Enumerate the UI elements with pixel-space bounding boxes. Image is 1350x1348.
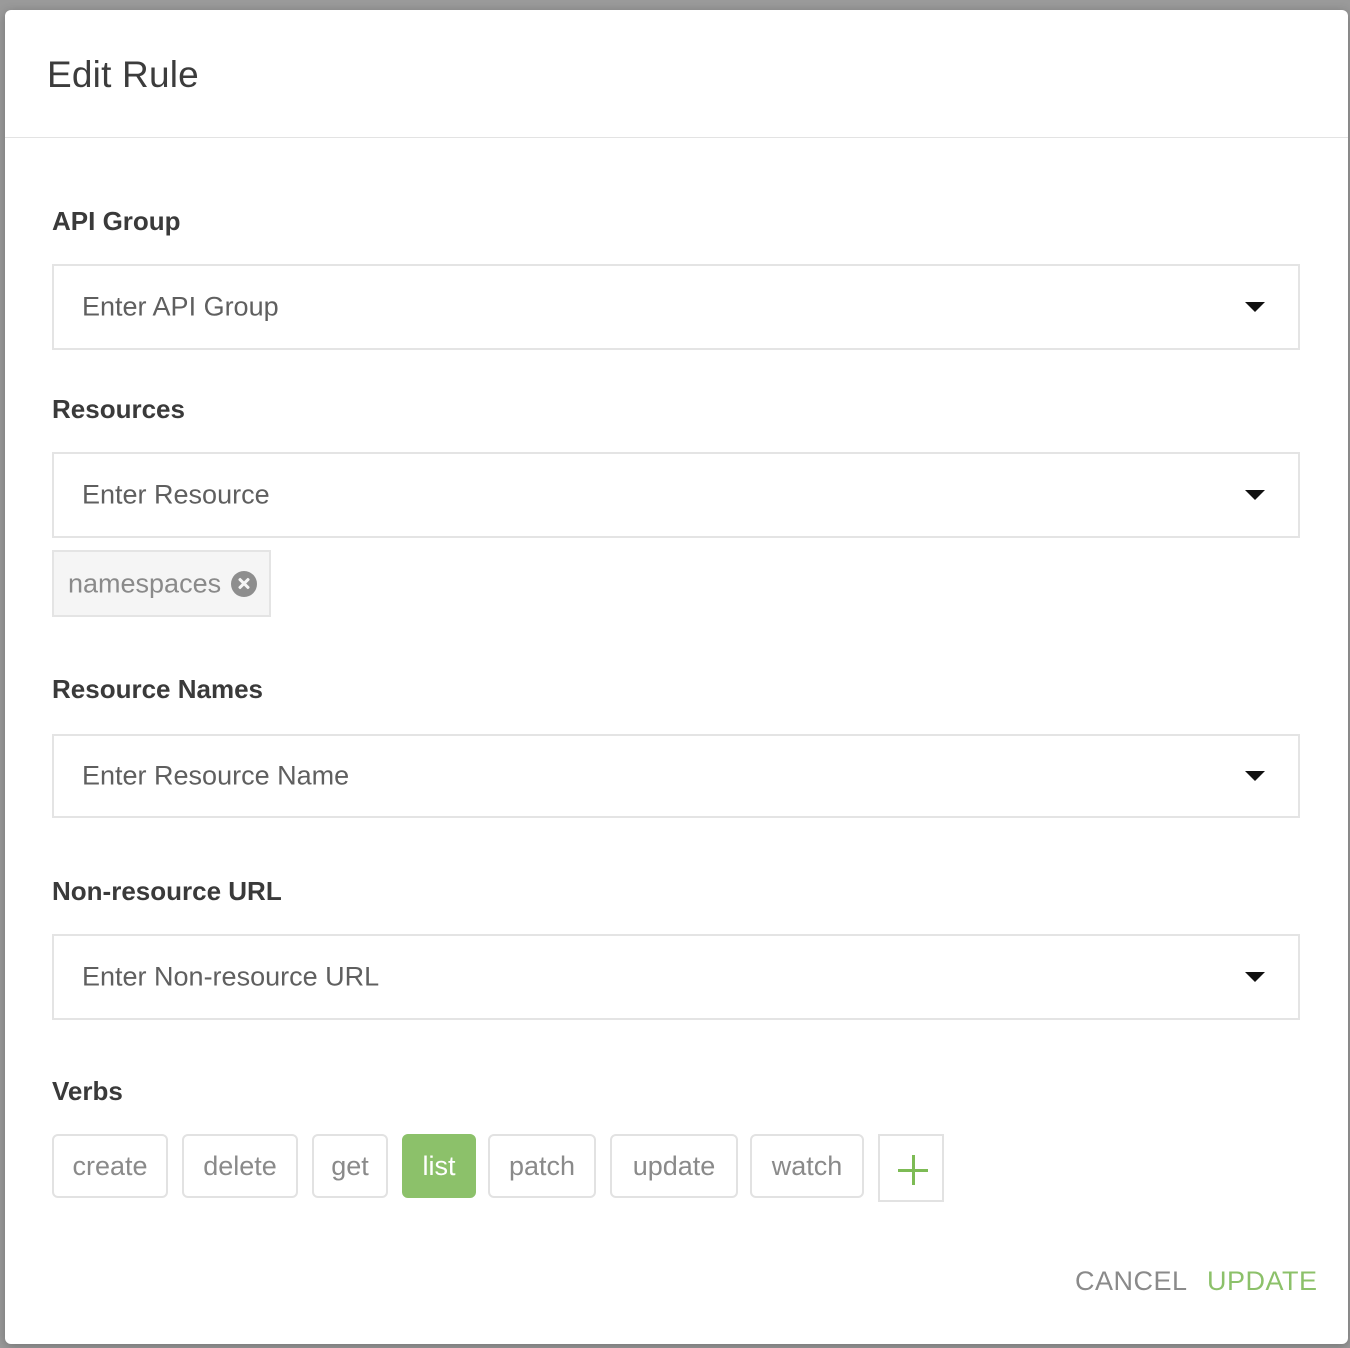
cancel-button[interactable]: CANCEL [1075, 1266, 1188, 1297]
chevron-down-icon [1245, 490, 1265, 500]
non-resource-url-select[interactable]: Enter Non-resource URL [52, 934, 1300, 1020]
chip-label: namespaces [68, 568, 222, 598]
modal-header: Edit Rule [5, 10, 1348, 138]
verb-get[interactable]: get [312, 1134, 388, 1198]
resources-placeholder: Enter Resource [82, 479, 270, 510]
remove-chip-icon[interactable] [231, 570, 257, 597]
chevron-down-icon [1245, 771, 1265, 781]
modal-title: Edit Rule [47, 54, 199, 95]
add-verb-button[interactable] [878, 1134, 944, 1202]
verb-watch[interactable]: watch [750, 1134, 864, 1198]
resource-chip-namespaces: namespaces [52, 550, 271, 617]
resource-names-select[interactable]: Enter Resource Name [52, 734, 1300, 818]
chevron-down-icon [1245, 302, 1265, 312]
verb-update[interactable]: update [610, 1134, 738, 1198]
non-resource-url-label: Non-resource URL [52, 876, 282, 906]
api-group-placeholder: Enter API Group [82, 291, 279, 322]
resource-names-label: Resource Names [52, 674, 263, 704]
chevron-down-icon [1245, 972, 1265, 982]
resources-label: Resources [52, 394, 185, 424]
api-group-select[interactable]: Enter API Group [52, 264, 1300, 350]
non-resource-url-placeholder: Enter Non-resource URL [82, 961, 380, 992]
resources-select[interactable]: Enter Resource [52, 452, 1300, 538]
verb-delete[interactable]: delete [182, 1134, 298, 1198]
verb-create[interactable]: create [52, 1134, 168, 1198]
resource-names-placeholder: Enter Resource Name [82, 760, 350, 791]
api-group-label: API Group [52, 206, 181, 236]
verbs-label: Verbs [52, 1076, 123, 1106]
verb-patch[interactable]: patch [488, 1134, 596, 1198]
edit-rule-modal: Edit Rule API Group Enter API Group Reso… [5, 10, 1348, 1344]
update-button[interactable]: UPDATE [1207, 1266, 1318, 1297]
verb-list[interactable]: list [402, 1134, 476, 1198]
